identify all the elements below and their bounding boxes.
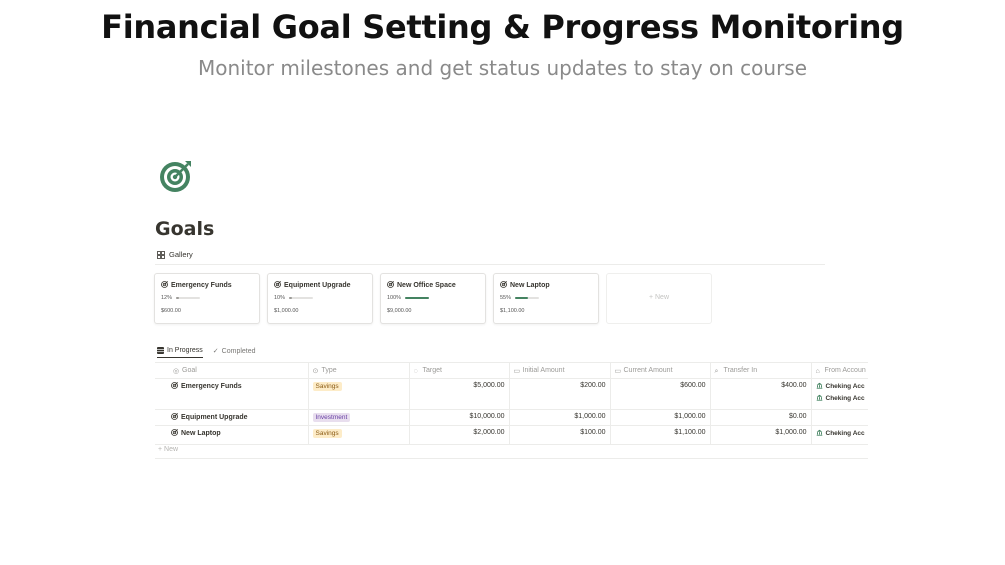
- type-tag: Savings: [312, 429, 342, 438]
- goal-card-title: Equipment Upgrade: [274, 281, 351, 290]
- grid-icon: [157, 250, 165, 259]
- column-header-initial[interactable]: ▭ Initial Amount: [508, 362, 610, 379]
- check-icon: ✓: [212, 348, 219, 355]
- target-icon: [171, 413, 178, 422]
- cell-transfer[interactable]: $400.00: [709, 378, 811, 410]
- gallery-view-label: Gallery: [169, 250, 193, 259]
- page-title: Goals: [155, 218, 215, 240]
- goal-card-title: New Office Space: [387, 281, 456, 290]
- goal-card-progress: 12%: [161, 295, 201, 301]
- progress-bar: [176, 297, 201, 299]
- goal-card-title: Emergency Funds: [161, 281, 232, 290]
- tab-in-progress-label: In Progress: [167, 347, 203, 354]
- account-link[interactable]: Cheking Acc: [816, 429, 865, 438]
- target-icon: [387, 281, 394, 290]
- target-icon: [160, 161, 191, 192]
- target-icon: [171, 429, 178, 438]
- target-icon: [500, 281, 507, 290]
- column-header-type[interactable]: ⊙ Type: [307, 362, 409, 379]
- bank-icon: ⌂: [815, 367, 820, 375]
- progress-bar: [515, 297, 540, 299]
- column-header-current[interactable]: ▭ Current Amount: [609, 362, 710, 379]
- hero-subtitle: Monitor milestones and get status update…: [197, 56, 808, 80]
- cell-initial[interactable]: $200.00: [508, 378, 610, 410]
- formula-icon: ◌: [413, 367, 418, 375]
- table-row[interactable]: Equipment Upgrade Investment $10,000.00 $1,…: [155, 409, 868, 426]
- cell-transfer[interactable]: $0.00: [709, 409, 811, 426]
- new-card-label: + New: [648, 294, 670, 301]
- bank-icon: [816, 382, 823, 391]
- money-icon: ▭: [614, 368, 622, 375]
- account-link[interactable]: Cheking Acc: [816, 382, 865, 391]
- gallery-view-tab[interactable]: Gallery: [157, 250, 193, 259]
- goal-card[interactable]: New Office Space 100% $9,000.00: [380, 273, 486, 324]
- type-tag: Savings: [312, 382, 342, 391]
- tab-completed[interactable]: ✓ Completed: [213, 347, 256, 358]
- cell-target[interactable]: $5,000.00: [408, 378, 509, 410]
- cell-type[interactable]: Savings: [307, 378, 409, 410]
- progress-bar: [289, 297, 314, 299]
- progress-bar: [405, 297, 430, 299]
- hero-title: Financial Goal Setting & Progress Monito…: [101, 8, 904, 46]
- target-icon: [274, 281, 281, 290]
- cell-type[interactable]: Savings: [307, 425, 409, 445]
- cell-from-account[interactable]: Cheking Acc: [810, 425, 868, 445]
- goal-card[interactable]: New Laptop 55% $1,100.00: [493, 273, 599, 324]
- new-card-button[interactable]: + New: [606, 273, 712, 324]
- goals-table: ◎ Goal ⊙ Type ◌ Target ▭ Initial Amount ▭ Cur…: [155, 362, 868, 445]
- target-icon: [171, 382, 178, 391]
- select-icon: ⊙: [312, 368, 319, 375]
- view-divider: [155, 264, 825, 265]
- cell-target[interactable]: $10,000.00: [408, 409, 509, 426]
- new-row-divider: [155, 458, 868, 459]
- table-row[interactable]: New Laptop Savings $2,000.00 $100.00 $1,100.…: [155, 425, 868, 445]
- search-icon: ⌕: [714, 367, 719, 375]
- goal-card-amount: $1,100.00: [500, 308, 525, 314]
- cell-initial[interactable]: $1,000.00: [508, 409, 610, 426]
- goal-card-progress: 100%: [387, 295, 430, 301]
- column-header-transfer[interactable]: ⌕ Transfer In: [709, 362, 811, 379]
- new-row-button[interactable]: + New: [158, 446, 178, 453]
- column-header-from-account[interactable]: ⌂ From Accoun: [810, 362, 868, 379]
- table-header-row: ◎ Goal ⊙ Type ◌ Target ▭ Initial Amount ▭ Cur…: [155, 362, 868, 379]
- cell-initial[interactable]: $100.00: [508, 425, 610, 445]
- goal-card-progress: 55%: [500, 295, 540, 301]
- money-icon: ▭: [513, 368, 521, 375]
- target-small-icon: ◎: [173, 368, 180, 375]
- cell-goal[interactable]: Emergency Funds: [155, 378, 308, 410]
- column-header-goal[interactable]: ◎ Goal: [155, 362, 308, 379]
- bank-icon: [816, 394, 823, 403]
- cell-current[interactable]: $1,000.00: [609, 409, 710, 426]
- tab-completed-label: Completed: [221, 347, 256, 355]
- cell-target[interactable]: $2,000.00: [408, 425, 509, 445]
- cell-type[interactable]: Investment: [307, 409, 409, 426]
- cell-current[interactable]: $600.00: [609, 378, 710, 410]
- table-row[interactable]: Emergency Funds Savings $5,000.00 $200.00 $6…: [155, 378, 868, 410]
- account-link[interactable]: Cheking Acc: [816, 394, 865, 403]
- cell-goal[interactable]: Equipment Upgrade: [155, 409, 308, 426]
- cell-from-account[interactable]: [810, 409, 868, 426]
- table-icon: [157, 347, 164, 354]
- goal-card-progress: 10%: [274, 295, 314, 301]
- cell-transfer[interactable]: $1,000.00: [709, 425, 811, 445]
- cell-current[interactable]: $1,100.00: [609, 425, 710, 445]
- goal-card-amount: $600.00: [161, 308, 181, 314]
- type-tag: Investment: [312, 413, 351, 422]
- tab-in-progress[interactable]: In Progress: [157, 347, 203, 358]
- goal-card-amount: $9,000.00: [387, 308, 412, 314]
- goal-card-amount: $1,000.00: [274, 308, 299, 314]
- goal-card-title: New Laptop: [500, 281, 550, 290]
- target-icon: [161, 281, 168, 290]
- column-header-target[interactable]: ◌ Target: [408, 362, 509, 379]
- bank-icon: [816, 429, 823, 438]
- cell-goal[interactable]: New Laptop: [155, 425, 308, 445]
- status-tabs: In Progress ✓ Completed: [157, 347, 256, 358]
- cell-from-account[interactable]: Cheking Acc Cheking Acc: [810, 378, 868, 410]
- goal-card[interactable]: Equipment Upgrade 10% $1,000.00: [267, 273, 373, 324]
- goal-card[interactable]: Emergency Funds 12% $600.00: [154, 273, 260, 324]
